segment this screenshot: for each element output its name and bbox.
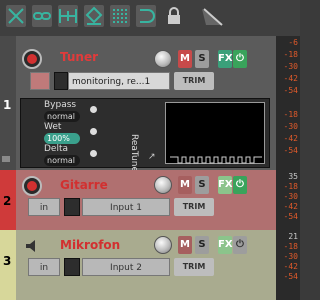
trim-button[interactable]: TRIM bbox=[174, 72, 214, 90]
record-dot-icon bbox=[27, 54, 37, 64]
param-value-bypass[interactable]: normal bbox=[44, 111, 80, 122]
power-icon[interactable]: ⏻ bbox=[233, 236, 247, 254]
param-label-delta: Delta bbox=[44, 144, 69, 154]
fx-button[interactable]: FX bbox=[218, 236, 233, 254]
track-number-1: 1 bbox=[0, 36, 16, 170]
grid-snap-icon[interactable] bbox=[58, 5, 78, 27]
speaker-icon[interactable] bbox=[24, 238, 40, 254]
record-dot-icon bbox=[27, 181, 37, 191]
group-icon[interactable] bbox=[84, 5, 104, 27]
track-number-2: 2 bbox=[0, 170, 16, 230]
param-label-bypass: Bypass bbox=[44, 100, 77, 110]
plugin-title: ReaTune bbox=[129, 134, 139, 172]
monitor-icon[interactable] bbox=[54, 72, 68, 90]
trim-button[interactable]: TRIM bbox=[174, 258, 214, 276]
track-number-3: 3 bbox=[0, 230, 16, 300]
trim-button[interactable]: TRIM bbox=[174, 198, 214, 216]
track-name[interactable]: Mikrofon bbox=[60, 238, 120, 252]
input-dropdown[interactable]: Input 2 bbox=[82, 258, 170, 276]
param-knob-wet[interactable] bbox=[90, 128, 97, 135]
track-name[interactable]: Tuner bbox=[60, 50, 98, 64]
toolbar bbox=[0, 0, 300, 36]
volume-knob[interactable] bbox=[154, 176, 172, 194]
param-knob-bypass[interactable] bbox=[90, 106, 97, 113]
power-icon[interactable]: ⏻ bbox=[233, 50, 247, 68]
track-2[interactable]: 2 Gitarre M S FX ⏻ in Input 1 TRIM 35 -1… bbox=[0, 170, 300, 230]
track-3[interactable]: 3 Mikrofon M S FX ⏻ in Input 2 TRIM 21 -… bbox=[0, 230, 300, 300]
mute-button[interactable]: M bbox=[178, 50, 192, 68]
grid-icon[interactable] bbox=[110, 5, 130, 27]
input-dropdown[interactable]: monitoring, re...1 bbox=[68, 72, 170, 90]
envelope-icon[interactable] bbox=[200, 5, 223, 27]
level-meter-3: 21 -18 -30 -42 -54 bbox=[276, 230, 300, 300]
lock-icon[interactable] bbox=[164, 5, 184, 27]
resize-icon[interactable]: ↗ bbox=[148, 152, 156, 162]
power-icon[interactable]: ⏻ bbox=[233, 176, 247, 194]
fx-button[interactable]: FX bbox=[218, 50, 233, 68]
tuner-display bbox=[165, 102, 265, 164]
solo-button[interactable]: S bbox=[195, 236, 209, 254]
ripple-edit-icon[interactable] bbox=[6, 5, 26, 27]
input-select-dropdown[interactable]: in bbox=[28, 258, 60, 276]
mute-button[interactable]: M bbox=[178, 236, 192, 254]
input-dropdown[interactable]: Input 1 bbox=[82, 198, 170, 216]
param-value-wet[interactable]: 100% bbox=[44, 133, 80, 144]
monitor-icon[interactable] bbox=[64, 258, 80, 276]
fx-button[interactable]: FX bbox=[218, 176, 233, 194]
track-1[interactable]: 1 Tuner M S FX ⏻ monitoring, re...1 TRIM… bbox=[0, 36, 300, 172]
param-value-delta[interactable]: normal bbox=[44, 155, 80, 166]
monitor-icon[interactable] bbox=[64, 198, 80, 216]
volume-knob[interactable] bbox=[154, 50, 172, 68]
level-meter-1: -6 -18 -30 -42 -54 -18 -30 -42 -54 bbox=[276, 36, 300, 170]
solo-button[interactable]: S bbox=[195, 50, 209, 68]
level-meter-2: 35 -18 -30 -42 -54 bbox=[276, 170, 300, 230]
mute-button[interactable]: M bbox=[178, 176, 192, 194]
param-knob-delta[interactable] bbox=[90, 150, 97, 157]
volume-knob[interactable] bbox=[154, 236, 172, 254]
input-select-dropdown[interactable] bbox=[30, 72, 50, 90]
param-label-wet: Wet bbox=[44, 122, 62, 132]
track-name[interactable]: Gitarre bbox=[60, 178, 108, 192]
solo-button[interactable]: S bbox=[195, 176, 209, 194]
folder-icon bbox=[2, 156, 10, 162]
loop-icon[interactable] bbox=[136, 5, 156, 27]
input-select-dropdown[interactable]: in bbox=[28, 198, 60, 216]
link-icon[interactable] bbox=[32, 5, 52, 27]
